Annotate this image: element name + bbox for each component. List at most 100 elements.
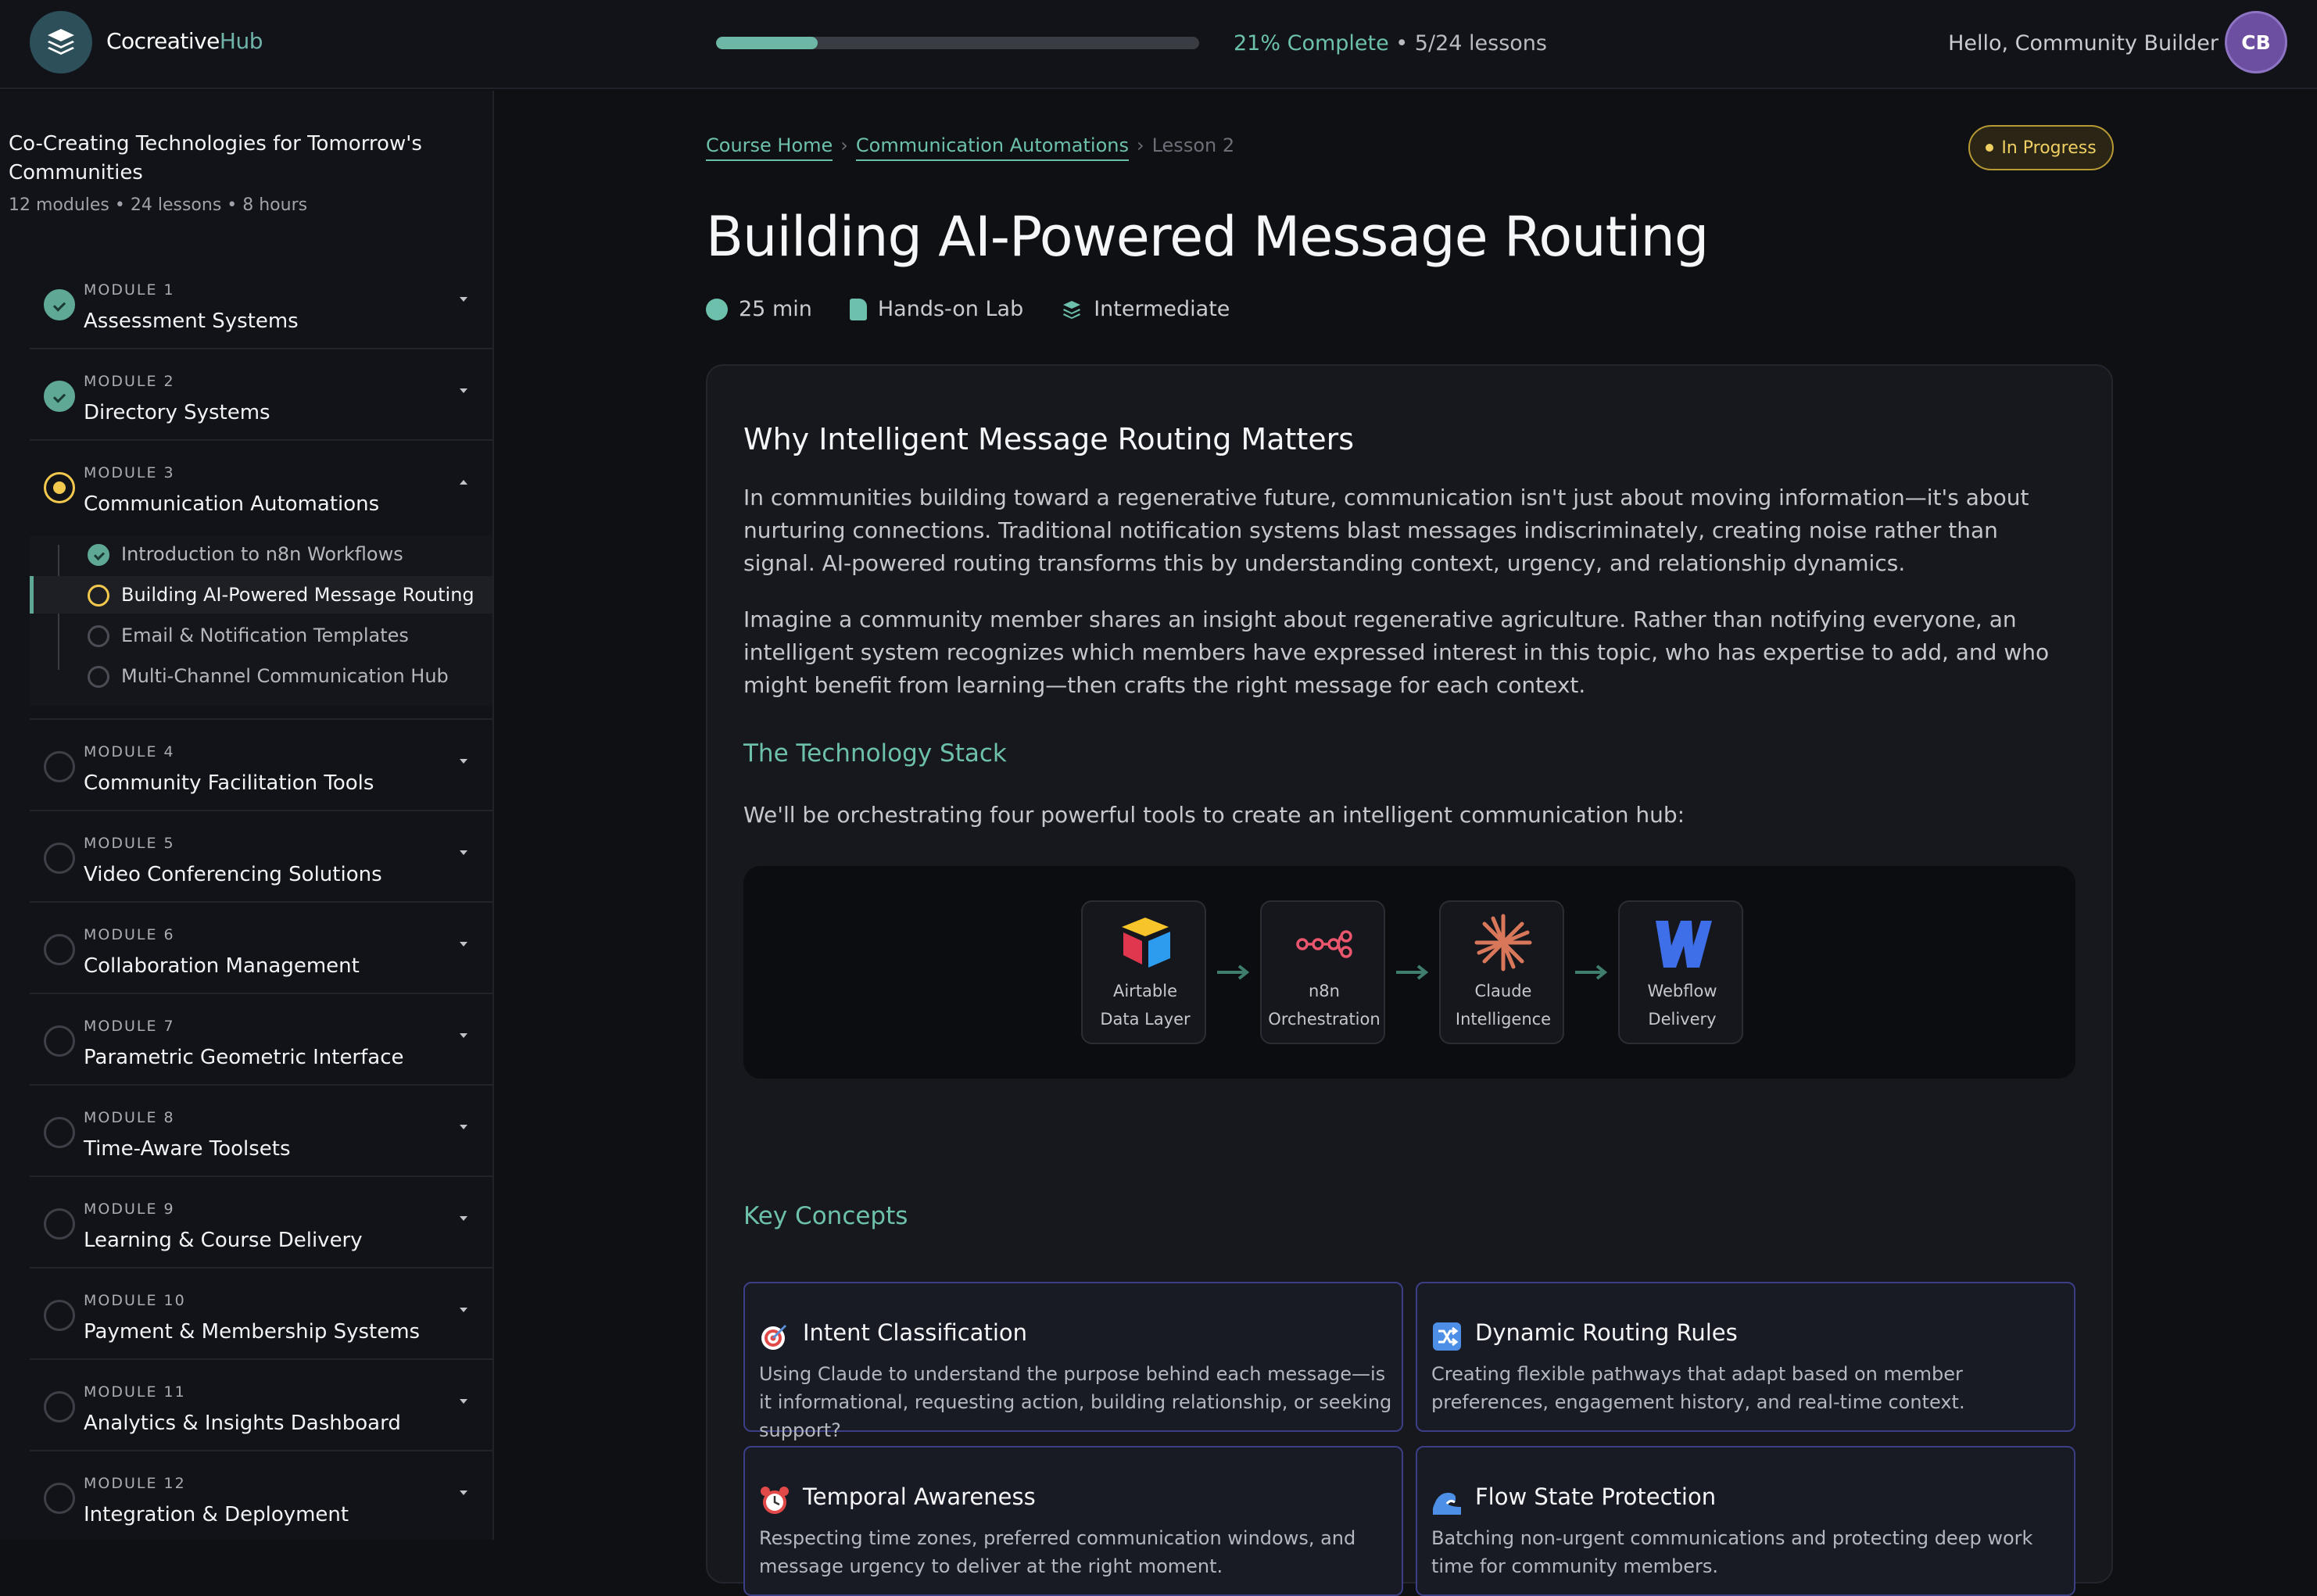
breadcrumb: Course Home › Communication Automations › Le… <box>706 134 1235 161</box>
logo[interactable] <box>30 11 92 73</box>
target-icon <box>761 1324 787 1350</box>
course-title: Co-Creating Technologies for Tomorrow's … <box>9 132 422 184</box>
module-title: Communication Automations <box>84 492 380 516</box>
chevron-down-icon[interactable] <box>460 297 467 302</box>
concept-card: Dynamic Routing Rules Creating flexible … <box>1416 1282 2075 1432</box>
module-item[interactable]: MODULE 5 Video Conferencing Solutions <box>30 811 492 903</box>
module-item[interactable]: MODULE 2 Directory Systems <box>30 349 492 441</box>
concept-title: Temporal Awareness <box>803 1483 1036 1510</box>
module-item[interactable]: MODULE 1 Assessment Systems <box>30 258 492 349</box>
lesson-pending-icon <box>88 666 109 688</box>
module-number: MODULE 8 <box>84 1109 175 1126</box>
layers-icon <box>1063 300 1081 319</box>
lesson-format-label: Hands-on Lab <box>877 297 1024 321</box>
not-started-icon <box>44 751 75 782</box>
concept-title: Intent Classification <box>803 1319 1027 1346</box>
subsection-heading: Key Concepts <box>743 1202 908 1230</box>
module-item-expanded[interactable]: MODULE 3 Communication Automations Intro… <box>30 441 492 720</box>
chevron-up-icon[interactable] <box>460 480 467 485</box>
module-title: Collaboration Management <box>84 954 360 978</box>
wave-icon <box>1433 1492 1461 1515</box>
not-started-icon <box>44 1300 75 1331</box>
chevron-down-icon[interactable] <box>460 388 467 393</box>
lesson-item[interactable]: Multi-Channel Communication Hub <box>30 657 492 695</box>
module-title: Integration & Deployment <box>84 1503 349 1526</box>
module-item[interactable]: MODULE 7 Parametric Geometric Interface <box>30 994 492 1086</box>
lesson-item-active[interactable]: Building AI-Powered Message Routing <box>30 576 492 614</box>
module-title: Payment & Membership Systems <box>84 1320 421 1344</box>
module-title: Directory Systems <box>84 401 270 424</box>
lesson-level-label: Intermediate <box>1094 297 1230 321</box>
chevron-down-icon[interactable] <box>460 1033 467 1038</box>
progress-lessons-label: • 5/24 lessons <box>1388 31 1547 55</box>
airtable-icon <box>1122 918 1170 968</box>
progress-summary: 21% Complete • 5/24 lessons <box>1234 31 1547 55</box>
chevron-down-icon[interactable] <box>460 759 467 764</box>
chevron-down-icon[interactable] <box>460 850 467 855</box>
tool-card-n8n[interactable]: n8n Orchestration <box>1260 900 1385 1044</box>
module-title: Video Conferencing Solutions <box>84 863 382 886</box>
tool-card-claude[interactable]: Claude Intelligence <box>1439 900 1564 1044</box>
tool-card-webflow[interactable]: Webflow Delivery <box>1618 900 1743 1044</box>
completed-check-icon <box>44 289 75 320</box>
not-started-icon <box>44 1483 75 1514</box>
module-item[interactable]: MODULE 11 Analytics & Insights Dashboard <box>30 1360 492 1451</box>
paragraph: Imagine a community member shares an ins… <box>743 607 2050 698</box>
chevron-down-icon[interactable] <box>460 1125 467 1129</box>
lesson-item[interactable]: Introduction to n8n Workflows <box>30 535 492 573</box>
brand-name[interactable]: CocreativeHub <box>106 28 263 54</box>
technology-stack-diagram: Airtable Data Layer n8n Orchestration Cl… <box>743 866 2075 1079</box>
module-number: MODULE 3 <box>84 464 175 481</box>
tool-name: Claude <box>1474 982 1532 1000</box>
brand-name-part1: Cocreative <box>106 28 220 54</box>
lesson-item[interactable]: Email & Notification Templates <box>30 617 492 654</box>
chevron-down-icon[interactable] <box>460 1490 467 1495</box>
tool-role: Intelligence <box>1455 1010 1552 1029</box>
breadcrumb-current: Lesson 2 <box>1151 134 1235 156</box>
brand-name-part2: Hub <box>219 28 263 54</box>
chevron-down-icon[interactable] <box>460 1399 467 1404</box>
shuffle-icon <box>1433 1322 1461 1351</box>
course-progress-bar <box>716 37 1199 49</box>
module-item[interactable]: MODULE 4 Community Facilitation Tools <box>30 720 492 811</box>
tool-card-airtable[interactable]: Airtable Data Layer <box>1081 900 1206 1044</box>
clock-icon <box>706 298 728 320</box>
module-number: MODULE 12 <box>84 1475 186 1492</box>
concept-card: Intent Classification Using Claude to un… <box>743 1282 1403 1441</box>
module-item[interactable]: MODULE 8 Time-Aware Toolsets <box>30 1086 492 1177</box>
module-item[interactable]: MODULE 6 Collaboration Management <box>30 903 492 994</box>
alarm-clock-icon <box>761 1487 789 1514</box>
module-lesson-list: Introduction to n8n Workflows Building A… <box>30 535 492 706</box>
module-item[interactable]: MODULE 9 Learning & Course Delivery <box>30 1177 492 1269</box>
chevron-down-icon[interactable] <box>460 942 467 947</box>
course-progress-fill <box>716 37 818 49</box>
lesson-format: Hands-on Lab <box>849 297 1024 321</box>
lesson-level: Intermediate <box>1061 297 1230 321</box>
module-item[interactable]: MODULE 10 Payment & Membership Systems <box>30 1269 492 1360</box>
module-number: MODULE 11 <box>84 1383 186 1401</box>
subsection-heading: The Technology Stack <box>743 739 1007 768</box>
module-number: MODULE 5 <box>84 835 175 852</box>
concept-card: Temporal Awareness Respecting time zones… <box>743 1446 1403 1596</box>
chevron-down-icon[interactable] <box>460 1216 467 1221</box>
lesson-title: Building AI-Powered Message Routing <box>121 584 475 606</box>
progress-percent-label: 21% Complete <box>1234 31 1389 55</box>
module-title: Analytics & Insights Dashboard <box>84 1412 401 1435</box>
concept-description: Creating flexible pathways that adapt ba… <box>1431 1363 1965 1413</box>
chevron-down-icon[interactable] <box>460 1308 467 1312</box>
tool-role: Delivery <box>1648 1010 1717 1029</box>
n8n-icon <box>1296 930 1352 958</box>
breadcrumb-module-link[interactable]: Communication Automations <box>855 134 1129 161</box>
module-item[interactable]: MODULE 12 Integration & Deployment <box>30 1451 492 1540</box>
not-started-icon <box>44 843 75 874</box>
lesson-title: Introduction to n8n Workflows <box>121 543 403 565</box>
arrow-right-icon <box>1575 964 1608 980</box>
tool-role: Orchestration <box>1268 1010 1381 1029</box>
stack-intro: We'll be orchestrating four powerful too… <box>743 802 1685 828</box>
module-number: MODULE 10 <box>84 1292 186 1309</box>
user-avatar[interactable]: CB <box>2225 11 2287 73</box>
lesson-main: Course Home › Communication Automations › Le… <box>496 91 2317 1596</box>
module-title: Assessment Systems <box>84 310 299 333</box>
breadcrumb-course-home-link[interactable]: Course Home <box>706 134 833 161</box>
tool-role: Data Layer <box>1100 1010 1191 1029</box>
